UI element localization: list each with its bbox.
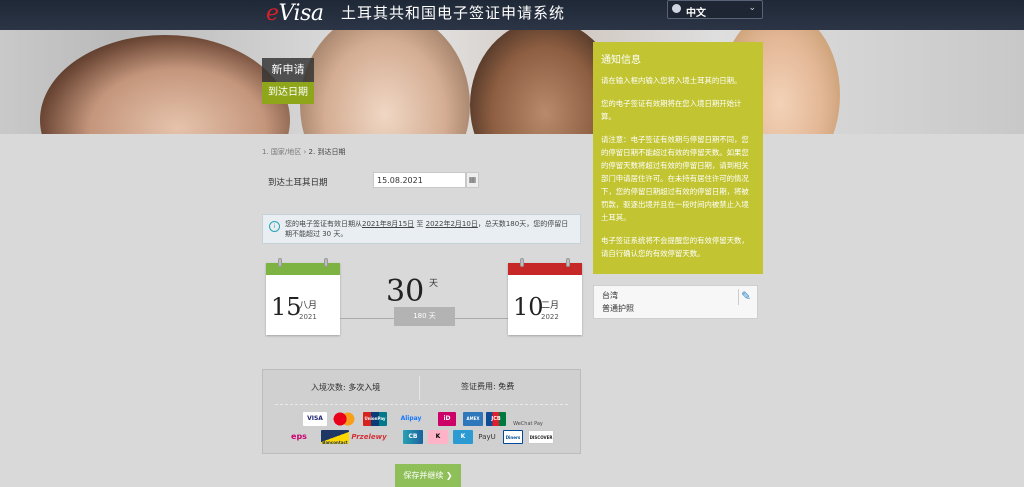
eps-logo-icon: eps xyxy=(291,432,307,441)
visa-logo-icon: VISA xyxy=(303,412,327,426)
kbc-logo-icon: K xyxy=(453,430,473,444)
divider xyxy=(275,404,568,405)
calendar-year: 2021 xyxy=(299,313,317,321)
przelewy-logo-icon: Przelewy xyxy=(351,433,387,441)
calendar-day: 15 xyxy=(271,293,302,321)
calendar-icon[interactable]: ▦ xyxy=(466,172,479,188)
notice-paragraph: 电子签证系统将不会提醒您的有效停留天数，请自行确认您的有效停留天数。 xyxy=(601,236,749,258)
info-icon: i xyxy=(269,221,280,232)
calendar-ring-icon xyxy=(324,258,328,267)
validity-start-date: 2021年8月15日 xyxy=(362,220,415,228)
amex-logo-icon: AMEX xyxy=(463,412,483,426)
validity-end-date: 2022年2月10日 xyxy=(425,220,478,228)
app-title: 土耳其共和国电子签证申请系统 xyxy=(341,4,566,22)
breadcrumb-step-arrival: 2. 到达日期 xyxy=(308,148,346,156)
breadcrumb-step-country[interactable]: 1. 国家/地区 xyxy=(262,148,301,156)
chevron-down-icon: ⌄ xyxy=(748,3,756,13)
validity-info-box: i 您的电子签证有效日期从2021年8月15日 至 2022年2月10日，总天数… xyxy=(262,214,581,244)
hero-photo-person xyxy=(40,35,290,134)
entries-info: 入境次数: 多次入境 xyxy=(311,383,381,392)
diners-logo-icon: Diners xyxy=(503,430,523,444)
new-application-badge: 新申请 xyxy=(262,58,314,82)
hero-banner xyxy=(0,30,1024,134)
visa-fee-info: 签证费用: 免费 xyxy=(461,382,515,391)
calendar-ring-icon xyxy=(566,258,570,267)
notice-panel: 通知信息 请在输入框内输入您将入境土耳其的日期。 您的电子签证有效期将在您入境日… xyxy=(593,42,763,274)
calendar-month: 二月 xyxy=(541,301,560,311)
stay-days-unit: 天 xyxy=(429,279,439,289)
discover-logo-icon: DISCOVER xyxy=(528,430,554,444)
applicant-passport-type: 普通护照 xyxy=(602,304,634,313)
mastercard-logo-icon: MC xyxy=(331,412,357,426)
visa-fee-value: 免费 xyxy=(498,382,515,391)
unionpay-logo-icon: UnionPay xyxy=(363,412,387,426)
alipay-logo-icon: Alipay xyxy=(400,415,422,422)
stay-days-number: 30 xyxy=(386,274,425,309)
arrival-date-input[interactable]: 15.08.2021 xyxy=(373,172,466,188)
calendar-ring-icon xyxy=(278,258,282,267)
calendar-day: 10 xyxy=(513,293,544,321)
save-continue-button[interactable]: 保存并继续 ❯ xyxy=(395,464,461,487)
applicant-country: 台湾 xyxy=(602,291,618,300)
calendar-month: 八月 xyxy=(299,301,318,311)
end-date-calendar: 10 二月 2022 xyxy=(508,258,582,335)
fee-summary-box: 入境次数: 多次入境 签证费用: 免费 VISA MC UnionPay Ali… xyxy=(262,369,581,454)
wechat-pay-logo-icon: WeChat Pay xyxy=(513,421,543,427)
applicant-summary-card: 台湾 普通护照 ✎ xyxy=(593,285,758,319)
total-validity-days: 180 天 xyxy=(394,307,455,326)
breadcrumb-separator: › xyxy=(303,148,307,156)
notice-paragraph: 请注意：电子签证有效期与停留日期不同，您的停留日期不能超过有效的停留天数。如果您… xyxy=(601,135,749,222)
jcb-logo-icon: JCB xyxy=(486,412,506,426)
language-select[interactable]: 中文 ⌄ xyxy=(667,0,763,19)
cb-logo-icon: CB xyxy=(403,430,423,444)
entries-value: 多次入境 xyxy=(348,383,381,392)
globe-icon xyxy=(672,4,681,13)
top-bar: eVisa 土耳其共和国电子签证申请系统 中文 ⌄ xyxy=(0,0,1024,30)
hero-photo-person xyxy=(300,30,470,134)
payu-logo-icon: PayU xyxy=(478,433,496,441)
language-label: 中文 xyxy=(686,8,706,19)
evisa-logo[interactable]: eVisa xyxy=(266,1,324,26)
ideal-logo-icon: iD xyxy=(438,412,456,426)
calendar-ring-icon xyxy=(520,258,524,267)
breadcrumb: 1. 国家/地区 › 2. 到达日期 xyxy=(262,147,345,157)
current-step-badge: 到达日期 xyxy=(262,82,314,104)
calendar-year: 2022 xyxy=(541,313,559,321)
notice-title: 通知信息 xyxy=(601,55,641,66)
bancontact-logo-icon: Bancontact xyxy=(321,430,349,445)
notice-paragraph: 您的电子签证有效期将在您入境日期开始计算。 xyxy=(601,99,742,121)
start-date-calendar: 15 八月 2021 xyxy=(266,258,340,335)
divider xyxy=(419,376,420,400)
klarna-logo-icon: K xyxy=(428,430,448,444)
divider xyxy=(738,289,739,305)
notice-paragraph: 请在输入框内输入您将入境土耳其的日期。 xyxy=(601,76,742,85)
chevron-right-icon: ❯ xyxy=(445,471,453,480)
arrival-date-label: 到达土耳其日期 xyxy=(268,178,328,188)
edit-pencil-icon[interactable]: ✎ xyxy=(741,290,751,303)
